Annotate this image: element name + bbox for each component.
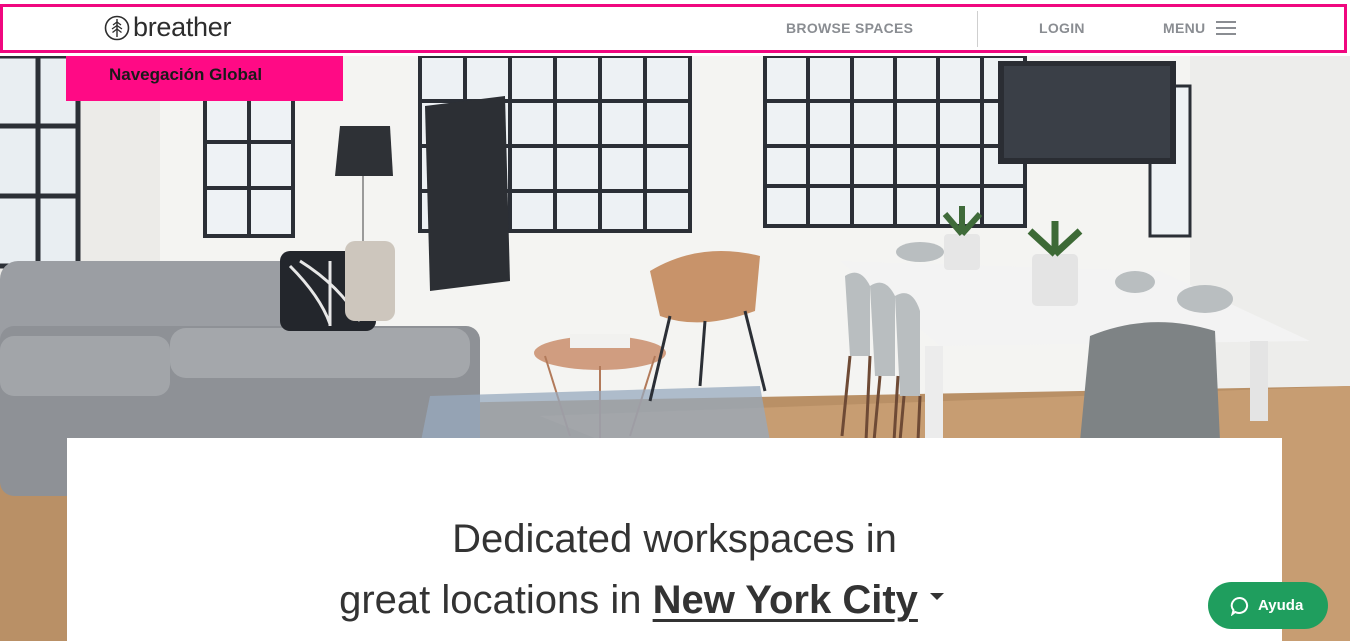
global-navigation: breather BROWSE SPACES LOGIN MENU — [0, 0, 1350, 56]
annotation-label: Navegación Global — [66, 56, 343, 101]
headline-line-1: Dedicated workspaces in — [452, 517, 897, 561]
headline-card: Dedicated workspaces in great locations … — [67, 438, 1282, 641]
city-name: New York City — [652, 578, 918, 622]
annotation-highlight-box — [0, 4, 1347, 53]
city-selector[interactable]: New York City — [653, 578, 918, 622]
headline-line-2: great locations in New York City — [34, 580, 1249, 620]
help-button[interactable]: Ayuda — [1208, 582, 1328, 629]
headline-prefix: great locations in — [339, 578, 642, 622]
help-label: Ayuda — [1258, 597, 1304, 614]
chat-bubble-icon — [1230, 596, 1249, 616]
annotation-label-text: Navegación Global — [109, 65, 263, 84]
caret-down-icon[interactable] — [929, 592, 944, 600]
